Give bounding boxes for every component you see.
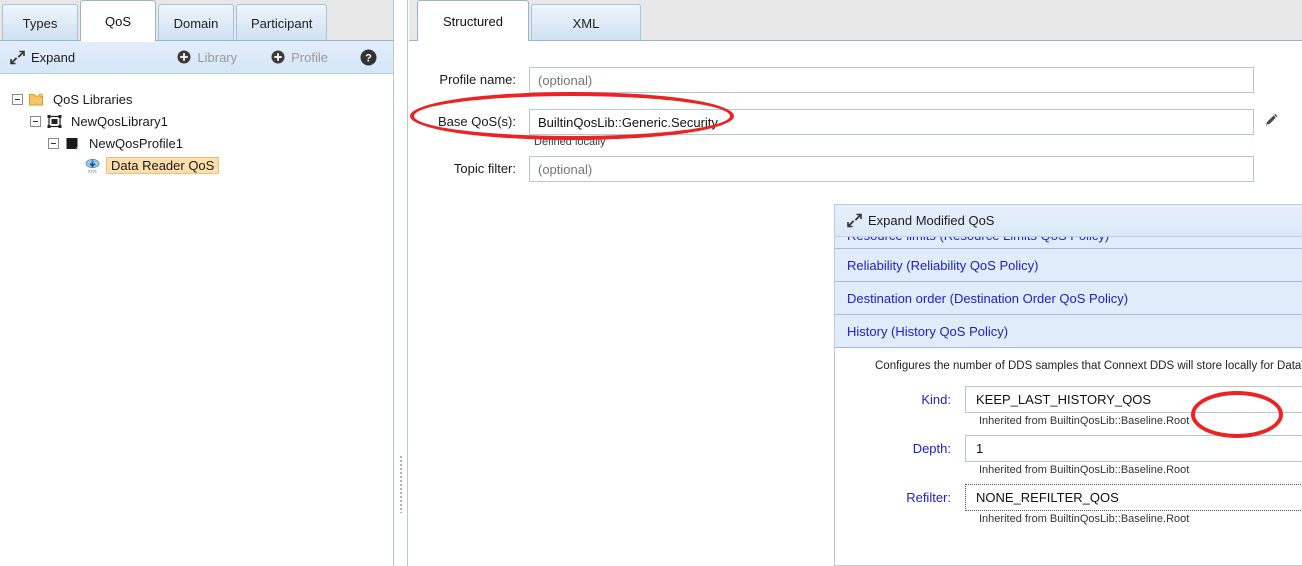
profile-name-row: Profile name:	[409, 67, 1302, 93]
history-description-block: Configures the number of DDS samples tha…	[835, 360, 1302, 372]
add-profile-button[interactable]: Profile	[271, 50, 328, 65]
history-kind-value: KEEP_LAST_HISTORY_QOS	[976, 392, 1152, 407]
qos-toolbar: Expand Library Profile ?	[0, 41, 393, 74]
expander-toggle[interactable]	[30, 115, 41, 127]
topic-filter-input[interactable]	[529, 156, 1254, 182]
plus-circle-icon	[177, 50, 191, 64]
history-refilter-combo[interactable]: NONE_REFILTER_QOS	[965, 484, 1302, 511]
right-tab-bar: Structured XML	[409, 0, 1302, 42]
right-panel: Structured XML Profile name: Base QoS(s)…	[409, 0, 1302, 566]
history-depth-hint: Inherited from BuiltinQosLib::Baseline.R…	[979, 464, 1190, 476]
tab-xml[interactable]: XML	[531, 4, 641, 41]
expander-toggle[interactable]	[12, 93, 23, 105]
help-button[interactable]: ?	[360, 49, 377, 66]
modified-qos-toolbar: Expand Modified QoS Restore	[835, 205, 1302, 237]
history-refilter-label: Refilter:	[906, 490, 951, 505]
tree-item-label: NewQosLibrary1	[71, 113, 168, 129]
tree-item-newqoslibrary1[interactable]: NewQosLibrary1	[12, 110, 393, 132]
splitter-grip[interactable]	[399, 455, 403, 513]
history-refilter-row: Refilter: NONE_REFILTER_QOS	[835, 484, 1302, 511]
expand-modified-qos-button[interactable]: Expand Modified QoS	[847, 213, 994, 228]
topic-filter-row: Topic filter:	[409, 156, 1302, 182]
expand-icon	[10, 50, 25, 65]
history-policy-body: Configures the number of DDS samples tha…	[835, 348, 1302, 539]
base-qos-hint: Defined locally	[534, 136, 606, 148]
left-tab-bar: Types QoS Domain Participant	[0, 0, 393, 42]
pencil-icon	[1264, 113, 1279, 131]
help-icon: ?	[360, 49, 377, 66]
tab-domain[interactable]: Domain	[158, 4, 234, 41]
base-qos-label: Base QoS(s):	[437, 114, 516, 129]
history-kind-combo[interactable]: KEEP_LAST_HISTORY_QOS	[965, 386, 1302, 413]
tree-item-qos-libraries[interactable]: QoS Libraries	[12, 88, 393, 110]
policy-row-destination-order[interactable]: Destination order (Destination Order QoS…	[835, 282, 1302, 315]
base-qos-row: Base QoS(s):	[409, 109, 1302, 135]
policy-row-reliability[interactable]: Reliability (Reliability QoS Policy)	[835, 249, 1302, 282]
tree-item-label: Data Reader QoS	[106, 156, 220, 174]
qos-library-icon	[46, 113, 63, 130]
policy-row-partial[interactable]: Resource limits (Resource Limits QoS Pol…	[835, 237, 1302, 249]
history-depth-input[interactable]	[965, 435, 1302, 462]
tab-participant[interactable]: Participant	[236, 4, 328, 41]
tab-qos[interactable]: QoS	[80, 0, 156, 42]
svg-text:0101: 0101	[88, 168, 98, 173]
expand-modified-qos-label: Expand Modified QoS	[868, 213, 995, 228]
expand-label: Expand	[31, 49, 76, 65]
history-refilter-value: NONE_REFILTER_QOS	[976, 490, 1119, 505]
left-panel: Types QoS Domain Participant Expand Libr…	[0, 0, 394, 566]
modified-qos-group: Expand Modified QoS Restore	[834, 204, 1302, 566]
edit-base-qos-button[interactable]	[1260, 109, 1282, 135]
history-depth-row: Depth:	[835, 435, 1302, 462]
history-kind-row: Kind: KEEP_LAST_HISTORY_QOS	[835, 386, 1302, 413]
tree-item-label: QoS Libraries	[53, 91, 133, 107]
history-kind-hint: Inherited from BuiltinQosLib::Baseline.R…	[979, 415, 1190, 427]
add-profile-label: Profile	[291, 49, 328, 65]
add-library-label: Library	[197, 49, 238, 65]
history-refilter-hint: Inherited from BuiltinQosLib::Baseline.R…	[979, 513, 1190, 525]
tab-types[interactable]: Types	[2, 4, 78, 41]
add-library-button[interactable]: Library	[177, 50, 237, 65]
expand-icon	[847, 213, 862, 228]
policy-row-partial-label: Resource limits (Resource Limits QoS Pol…	[847, 237, 1109, 243]
panel-splitter[interactable]	[394, 0, 408, 566]
folder-icon	[28, 91, 45, 108]
application-window: Types QoS Domain Participant Expand Libr…	[0, 0, 1302, 566]
topic-filter-label: Topic filter:	[453, 161, 516, 176]
profile-name-input[interactable]	[529, 67, 1254, 93]
policy-label: Destination order (Destination Order QoS…	[847, 290, 1129, 306]
policy-row-history[interactable]: History (History QoS Policy)	[835, 315, 1302, 348]
expander-toggle[interactable]	[48, 137, 59, 149]
tree-item-data-reader-qos[interactable]: 0101 Data Reader QoS	[12, 154, 393, 176]
profile-name-label: Profile name:	[439, 72, 516, 87]
tab-structured[interactable]: Structured	[417, 0, 529, 42]
qos-tree: QoS Libraries NewQosLibrary1 NewQosProfi…	[0, 74, 393, 176]
history-description-text: Configures the number of DDS samples tha…	[875, 360, 1302, 372]
base-qos-input[interactable]	[529, 109, 1254, 135]
expand-button[interactable]: Expand	[10, 50, 75, 65]
history-depth-label: Depth:	[912, 441, 951, 456]
qos-profile-icon	[64, 135, 81, 152]
qos-policy-list: Resource limits (Resource Limits QoS Pol…	[835, 237, 1302, 565]
data-reader-icon: 0101	[84, 157, 101, 174]
policy-label: Reliability (Reliability QoS Policy)	[847, 257, 1039, 273]
svg-text:?: ?	[365, 52, 372, 64]
plus-circle-icon	[271, 50, 285, 64]
history-kind-label: Kind:	[921, 392, 951, 407]
tree-item-newqosprofile1[interactable]: NewQosProfile1	[12, 132, 393, 154]
tree-item-label: NewQosProfile1	[89, 135, 183, 151]
policy-label: History (History QoS Policy)	[847, 323, 1009, 339]
